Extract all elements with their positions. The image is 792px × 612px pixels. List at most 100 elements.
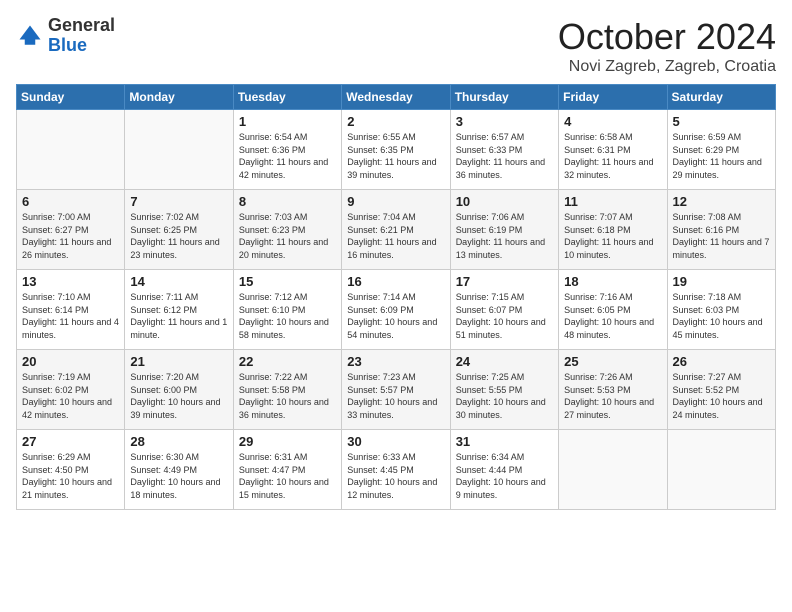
day-info: Sunrise: 7:06 AM Sunset: 6:19 PM Dayligh… [456, 211, 553, 261]
header-day-thursday: Thursday [450, 85, 558, 110]
day-number: 23 [347, 354, 444, 369]
day-info: Sunrise: 6:30 AM Sunset: 4:49 PM Dayligh… [130, 451, 227, 501]
logo-blue-text: Blue [48, 36, 115, 56]
day-number: 7 [130, 194, 227, 209]
day-number: 22 [239, 354, 336, 369]
day-info: Sunrise: 7:20 AM Sunset: 6:00 PM Dayligh… [130, 371, 227, 421]
day-number: 30 [347, 434, 444, 449]
calendar-cell: 7 Sunrise: 7:02 AM Sunset: 6:25 PM Daylig… [125, 190, 233, 270]
calendar-cell: 13Sunrise: 7:10 AM Sunset: 6:14 PM Dayli… [17, 270, 125, 350]
calendar-cell: 15Sunrise: 7:12 AM Sunset: 6:10 PM Dayli… [233, 270, 341, 350]
calendar-cell: 3 Sunrise: 6:57 AM Sunset: 6:33 PM Daylig… [450, 110, 558, 190]
month-title: October 2024 [558, 16, 776, 58]
calendar-cell: 23 Sunrise: 7:23 AM Sunset: 5:57 PM Dayli… [342, 350, 450, 430]
day-number: 2 [347, 114, 444, 129]
day-number: 21 [130, 354, 227, 369]
calendar-week-row: 13Sunrise: 7:10 AM Sunset: 6:14 PM Dayli… [17, 270, 776, 350]
calendar-cell: 17 Sunrise: 7:15 AM Sunset: 6:07 PM Dayli… [450, 270, 558, 350]
day-number: 1 [239, 114, 336, 129]
day-number: 27 [22, 434, 119, 449]
logo-text: General Blue [48, 16, 115, 56]
calendar-cell: 30 Sunrise: 6:33 AM Sunset: 4:45 PM Dayli… [342, 430, 450, 510]
day-number: 19 [673, 274, 770, 289]
calendar-cell: 25 Sunrise: 7:26 AM Sunset: 5:53 PM Dayli… [559, 350, 667, 430]
calendar-week-row: 6Sunrise: 7:00 AM Sunset: 6:27 PM Daylig… [17, 190, 776, 270]
day-number: 10 [456, 194, 553, 209]
day-number: 8 [239, 194, 336, 209]
day-number: 18 [564, 274, 661, 289]
day-info: Sunrise: 7:23 AM Sunset: 5:57 PM Dayligh… [347, 371, 444, 421]
logo-general-text: General [48, 16, 115, 36]
day-info: Sunrise: 7:27 AM Sunset: 5:52 PM Dayligh… [673, 371, 770, 421]
day-number: 29 [239, 434, 336, 449]
calendar-cell: 9Sunrise: 7:04 AM Sunset: 6:21 PM Daylig… [342, 190, 450, 270]
day-info: Sunrise: 7:02 AM Sunset: 6:25 PM Dayligh… [130, 211, 227, 261]
calendar-cell: 4 Sunrise: 6:58 AM Sunset: 6:31 PM Daylig… [559, 110, 667, 190]
calendar-week-row: 27 Sunrise: 6:29 AM Sunset: 4:50 PM Dayli… [17, 430, 776, 510]
calendar-cell: 22 Sunrise: 7:22 AM Sunset: 5:58 PM Dayli… [233, 350, 341, 430]
calendar-cell: 10 Sunrise: 7:06 AM Sunset: 6:19 PM Dayli… [450, 190, 558, 270]
calendar-cell: 5Sunrise: 6:59 AM Sunset: 6:29 PM Daylig… [667, 110, 775, 190]
day-info: Sunrise: 7:07 AM Sunset: 6:18 PM Dayligh… [564, 211, 661, 261]
logo: General Blue [16, 16, 115, 56]
header-day-tuesday: Tuesday [233, 85, 341, 110]
day-info: Sunrise: 6:57 AM Sunset: 6:33 PM Dayligh… [456, 131, 553, 181]
day-info: Sunrise: 6:54 AM Sunset: 6:36 PM Dayligh… [239, 131, 336, 181]
day-info: Sunrise: 6:31 AM Sunset: 4:47 PM Dayligh… [239, 451, 336, 501]
day-info: Sunrise: 7:22 AM Sunset: 5:58 PM Dayligh… [239, 371, 336, 421]
day-info: Sunrise: 6:34 AM Sunset: 4:44 PM Dayligh… [456, 451, 553, 501]
location-title: Novi Zagreb, Zagreb, Croatia [558, 58, 776, 76]
calendar-cell: 12Sunrise: 7:08 AM Sunset: 6:16 PM Dayli… [667, 190, 775, 270]
day-info: Sunrise: 7:04 AM Sunset: 6:21 PM Dayligh… [347, 211, 444, 261]
day-info: Sunrise: 6:58 AM Sunset: 6:31 PM Dayligh… [564, 131, 661, 181]
calendar-cell [559, 430, 667, 510]
calendar-cell: 21 Sunrise: 7:20 AM Sunset: 6:00 PM Dayli… [125, 350, 233, 430]
calendar-cell [667, 430, 775, 510]
calendar-cell: 14 Sunrise: 7:11 AM Sunset: 6:12 PM Dayli… [125, 270, 233, 350]
day-info: Sunrise: 6:33 AM Sunset: 4:45 PM Dayligh… [347, 451, 444, 501]
day-number: 4 [564, 114, 661, 129]
day-number: 6 [22, 194, 119, 209]
day-number: 16 [347, 274, 444, 289]
day-info: Sunrise: 7:12 AM Sunset: 6:10 PM Dayligh… [239, 291, 336, 341]
calendar-cell: 1 Sunrise: 6:54 AM Sunset: 6:36 PM Daylig… [233, 110, 341, 190]
logo-icon [16, 22, 44, 50]
day-info: Sunrise: 7:08 AM Sunset: 6:16 PM Dayligh… [673, 211, 770, 261]
header-day-monday: Monday [125, 85, 233, 110]
day-info: Sunrise: 6:59 AM Sunset: 6:29 PM Dayligh… [673, 131, 770, 181]
calendar-cell [17, 110, 125, 190]
calendar-week-row: 20Sunrise: 7:19 AM Sunset: 6:02 PM Dayli… [17, 350, 776, 430]
day-info: Sunrise: 7:18 AM Sunset: 6:03 PM Dayligh… [673, 291, 770, 341]
calendar-cell: 31Sunrise: 6:34 AM Sunset: 4:44 PM Dayli… [450, 430, 558, 510]
calendar-cell: 28Sunrise: 6:30 AM Sunset: 4:49 PM Dayli… [125, 430, 233, 510]
header: General Blue October 2024 Novi Zagreb, Z… [16, 16, 776, 76]
day-info: Sunrise: 7:10 AM Sunset: 6:14 PM Dayligh… [22, 291, 119, 341]
calendar-cell: 29 Sunrise: 6:31 AM Sunset: 4:47 PM Dayli… [233, 430, 341, 510]
day-info: Sunrise: 6:29 AM Sunset: 4:50 PM Dayligh… [22, 451, 119, 501]
calendar-cell: 2Sunrise: 6:55 AM Sunset: 6:35 PM Daylig… [342, 110, 450, 190]
title-area: October 2024 Novi Zagreb, Zagreb, Croati… [558, 16, 776, 76]
header-day-sunday: Sunday [17, 85, 125, 110]
day-info: Sunrise: 7:26 AM Sunset: 5:53 PM Dayligh… [564, 371, 661, 421]
calendar-cell: 19 Sunrise: 7:18 AM Sunset: 6:03 PM Dayli… [667, 270, 775, 350]
day-number: 3 [456, 114, 553, 129]
header-day-wednesday: Wednesday [342, 85, 450, 110]
day-number: 24 [456, 354, 553, 369]
calendar-cell: 11Sunrise: 7:07 AM Sunset: 6:18 PM Dayli… [559, 190, 667, 270]
calendar-cell: 27 Sunrise: 6:29 AM Sunset: 4:50 PM Dayli… [17, 430, 125, 510]
calendar-table: SundayMondayTuesdayWednesdayThursdayFrid… [16, 84, 776, 510]
calendar-cell: 16 Sunrise: 7:14 AM Sunset: 6:09 PM Dayli… [342, 270, 450, 350]
calendar-cell: 24Sunrise: 7:25 AM Sunset: 5:55 PM Dayli… [450, 350, 558, 430]
day-info: Sunrise: 7:15 AM Sunset: 6:07 PM Dayligh… [456, 291, 553, 341]
day-number: 26 [673, 354, 770, 369]
day-number: 17 [456, 274, 553, 289]
day-number: 14 [130, 274, 227, 289]
day-number: 25 [564, 354, 661, 369]
calendar-cell: 20Sunrise: 7:19 AM Sunset: 6:02 PM Dayli… [17, 350, 125, 430]
day-info: Sunrise: 7:11 AM Sunset: 6:12 PM Dayligh… [130, 291, 227, 341]
calendar-cell: 26 Sunrise: 7:27 AM Sunset: 5:52 PM Dayli… [667, 350, 775, 430]
day-info: Sunrise: 7:14 AM Sunset: 6:09 PM Dayligh… [347, 291, 444, 341]
calendar-cell: 18Sunrise: 7:16 AM Sunset: 6:05 PM Dayli… [559, 270, 667, 350]
calendar-cell [125, 110, 233, 190]
day-info: Sunrise: 7:03 AM Sunset: 6:23 PM Dayligh… [239, 211, 336, 261]
